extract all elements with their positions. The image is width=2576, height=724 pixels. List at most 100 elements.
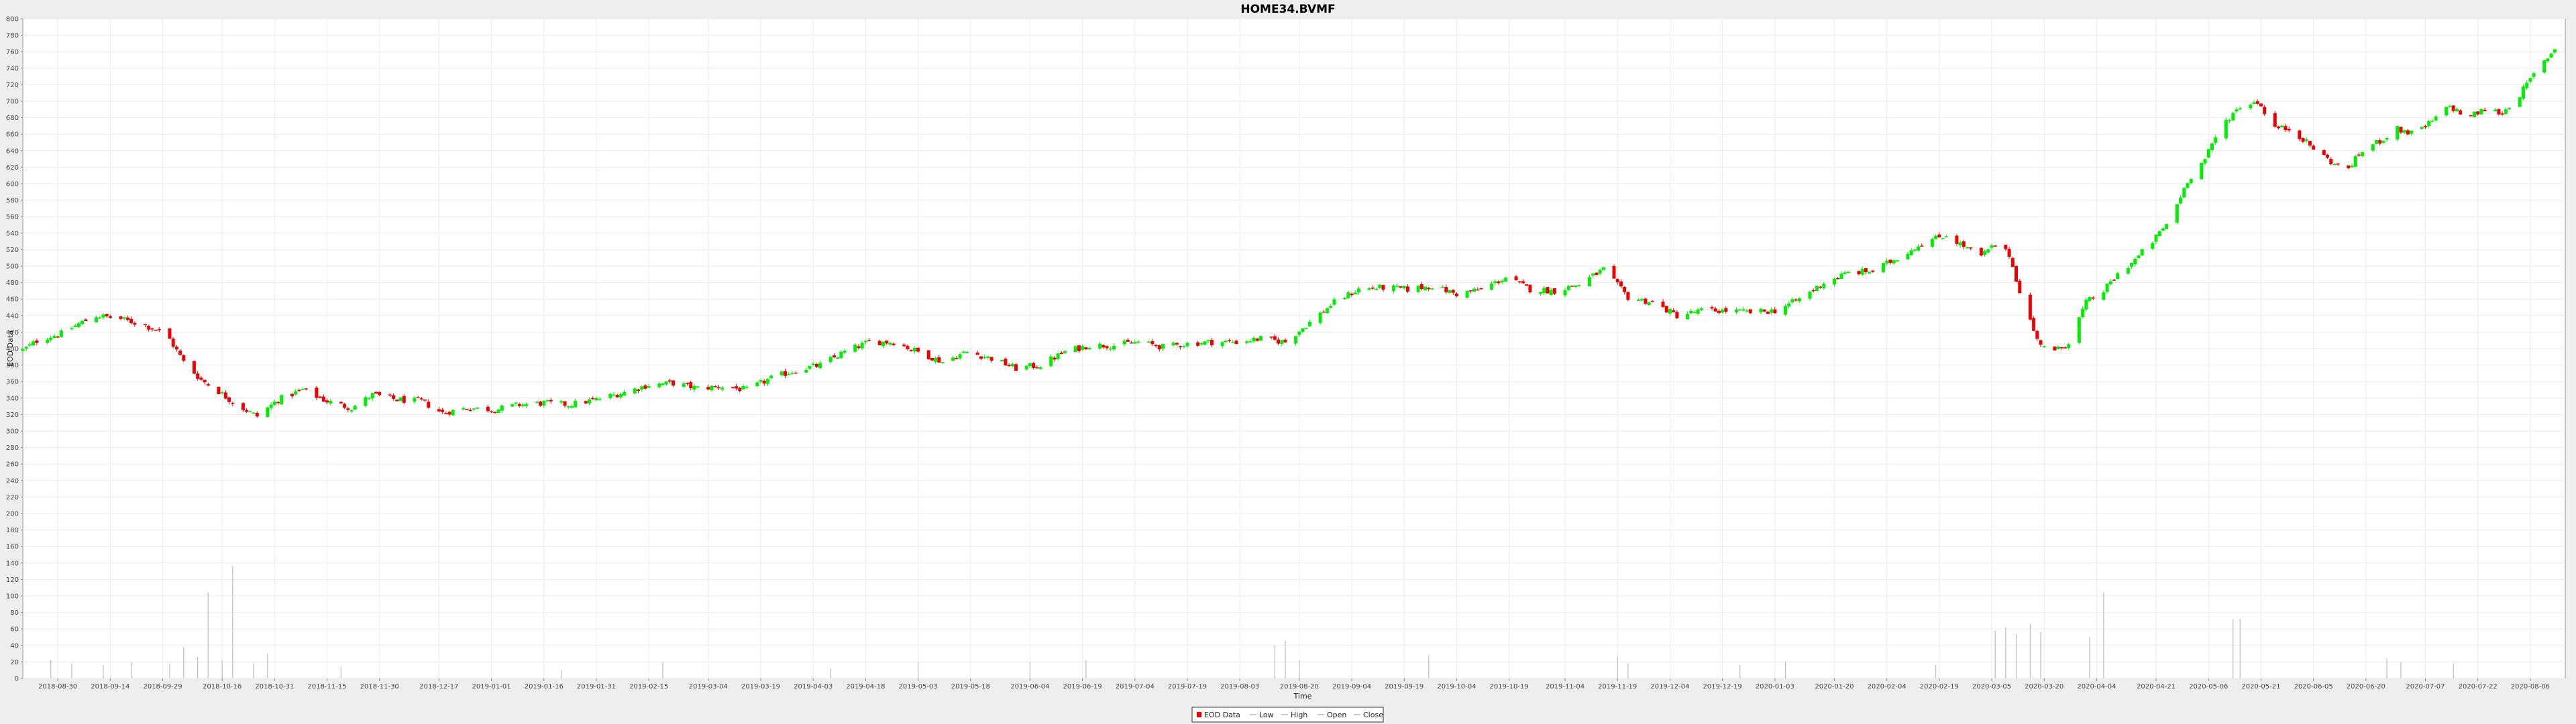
candle-up <box>2546 58 2550 62</box>
candle-up <box>1566 286 1570 290</box>
y-tick-label: 680 <box>6 115 19 122</box>
candle-down <box>119 316 123 319</box>
x-tick-label: 2020-02-04 <box>1868 683 1907 690</box>
x-tick-label: 2019-02-15 <box>629 683 668 690</box>
candle-down <box>2312 145 2316 150</box>
candle-up <box>574 400 578 408</box>
candle-down <box>1084 347 1088 350</box>
candle-down <box>2028 294 2032 320</box>
candle-down <box>1615 279 1619 283</box>
candle-down <box>1710 307 1714 309</box>
candle-down <box>1059 352 1063 355</box>
candle-up <box>2434 116 2438 121</box>
candle-up <box>1280 340 1284 344</box>
candle-down <box>1105 346 1109 349</box>
candle-down <box>1717 310 1721 314</box>
candle-down <box>1157 345 1161 349</box>
candle-up <box>818 363 822 369</box>
candle-up <box>839 351 843 359</box>
candle-up <box>2493 109 2498 111</box>
candle-down <box>1623 287 1627 292</box>
candle-down <box>2329 159 2333 164</box>
candle-down <box>339 402 343 404</box>
candle-down <box>1399 286 1403 288</box>
candle-up <box>49 337 53 341</box>
candle-up <box>664 381 668 385</box>
candle-up <box>1958 242 1962 246</box>
candle-down <box>906 346 910 350</box>
candle-down <box>199 377 203 380</box>
candle-up <box>1318 312 1322 323</box>
candle-up <box>45 339 49 343</box>
candle-down <box>794 372 798 374</box>
candle-up <box>1637 300 1641 301</box>
x-tick-label: 2019-09-04 <box>1332 683 1371 690</box>
candle-down <box>321 396 325 402</box>
x-tick-label: 2018-10-31 <box>255 683 294 690</box>
candle-up <box>1990 245 1994 248</box>
candle-down <box>444 413 448 414</box>
candle-up <box>2157 231 2161 237</box>
candle-up <box>804 369 808 373</box>
x-tick-label: 2018-11-15 <box>307 683 346 690</box>
y-tick-label: 660 <box>6 131 19 139</box>
candle-up <box>2116 273 2120 280</box>
candle-down <box>447 412 451 415</box>
candle-up <box>612 394 616 396</box>
x-tick-label: 2020-06-20 <box>2347 683 2385 690</box>
candle-down <box>1014 364 1018 371</box>
candle-down <box>196 373 200 379</box>
candle-up <box>28 344 32 346</box>
candle-down <box>2032 318 2036 331</box>
candle-up <box>588 399 592 404</box>
candle-up <box>566 406 570 408</box>
candle-down <box>584 401 588 404</box>
candle-down <box>231 402 235 404</box>
candle-down <box>1476 289 1480 291</box>
candle-up <box>1056 353 1060 359</box>
y-tick-label: 620 <box>6 164 19 172</box>
candle-down <box>2308 141 2312 146</box>
candle-up <box>521 404 525 406</box>
candle-down <box>1517 281 1521 283</box>
x-tick-label: 2020-04-21 <box>2137 683 2176 690</box>
candle-up <box>1944 236 1948 237</box>
candle-down <box>1196 342 1200 346</box>
candle-up <box>1248 341 1252 343</box>
candle-down <box>1920 245 1924 247</box>
candle-down <box>1836 278 1840 280</box>
candle-down <box>1650 300 1654 302</box>
candle-down <box>1126 339 1130 342</box>
candle-up <box>787 373 791 375</box>
candle-up <box>853 345 857 352</box>
candle-up <box>640 386 644 390</box>
y-tick-label: 780 <box>6 32 19 40</box>
candle-down <box>877 341 881 346</box>
y-tick-label: 560 <box>6 214 19 221</box>
candle-up <box>1199 343 1203 345</box>
x-tick-label: 2019-07-04 <box>1116 683 1155 690</box>
candle-down <box>150 328 154 330</box>
candle-up <box>2528 78 2532 82</box>
candle-up <box>1790 299 1794 303</box>
candle-up <box>1986 249 1990 253</box>
candle-down <box>374 391 378 394</box>
y-tick-label: 220 <box>6 494 19 501</box>
candle-up <box>2105 284 2109 292</box>
x-tick-label: 2020-03-05 <box>1972 683 2011 690</box>
candle-up <box>1759 308 1763 313</box>
candle-up <box>1787 303 1791 307</box>
candle-down <box>2273 113 2277 127</box>
x-tick-label: 2019-08-20 <box>1280 683 1319 690</box>
y-tick-label: 580 <box>6 197 19 204</box>
candle-up <box>301 389 305 391</box>
y-tick-label: 740 <box>6 65 19 72</box>
candle-down <box>867 340 871 341</box>
candle-down <box>437 409 441 412</box>
candle-down <box>304 388 308 389</box>
candle-down <box>1612 265 1616 279</box>
candle-up <box>1601 267 1605 270</box>
candle-down <box>686 383 690 384</box>
candle-down <box>734 386 738 389</box>
candle-up <box>1392 285 1396 292</box>
